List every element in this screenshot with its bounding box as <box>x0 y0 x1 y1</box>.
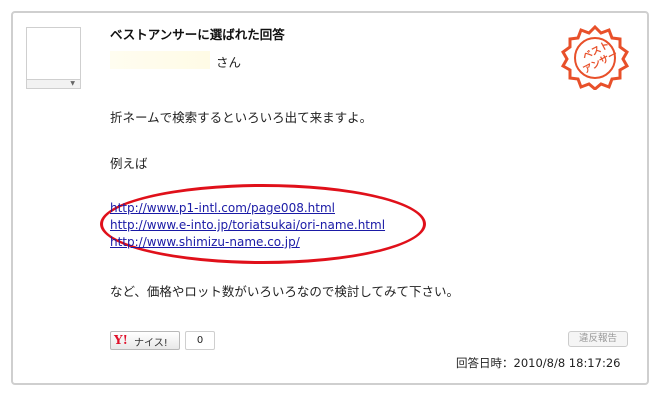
nice-count: 0 <box>185 331 215 350</box>
report-violation-button[interactable]: 違反報告 <box>568 331 628 347</box>
answer-timestamp: 回答日時：2010/8/8 18:17:26 <box>456 355 620 371</box>
avatar-menu-bar[interactable]: ▼ <box>27 79 80 88</box>
user-name-redacted <box>110 51 210 69</box>
answer-paragraph: 例えば <box>110 156 148 171</box>
chevron-down-icon[interactable]: ▼ <box>70 80 75 87</box>
avatar[interactable]: ▼ <box>26 27 81 89</box>
answer-paragraph: など、価格やロット数がいろいろなので検討してみて下さい。 <box>110 284 460 299</box>
timestamp-label: 回答日時 <box>456 356 502 370</box>
nice-button[interactable]: Y! ナイス! <box>110 331 180 350</box>
best-answer-title: ベストアンサーに選ばれた回答 <box>110 27 285 42</box>
best-answer-stamp-icon: ベスト アンサー <box>560 24 630 90</box>
answer-link[interactable]: http://www.e-into.jp/toriatsukai/ori-nam… <box>110 218 385 232</box>
answer-link[interactable]: http://www.p1-intl.com/page008.html <box>110 201 335 215</box>
user-honorific: さん <box>216 55 242 70</box>
answer-link[interactable]: http://www.shimizu-name.co.jp/ <box>110 235 300 249</box>
yahoo-logo-icon: Y! <box>114 333 128 347</box>
answer-paragraph: 折ネームで検索するといろいろ出て来ますよ。 <box>110 110 373 125</box>
timestamp-value: ：2010/8/8 18:17:26 <box>502 356 621 370</box>
user-line: さん <box>110 51 250 70</box>
nice-label: ナイス! <box>134 338 168 349</box>
